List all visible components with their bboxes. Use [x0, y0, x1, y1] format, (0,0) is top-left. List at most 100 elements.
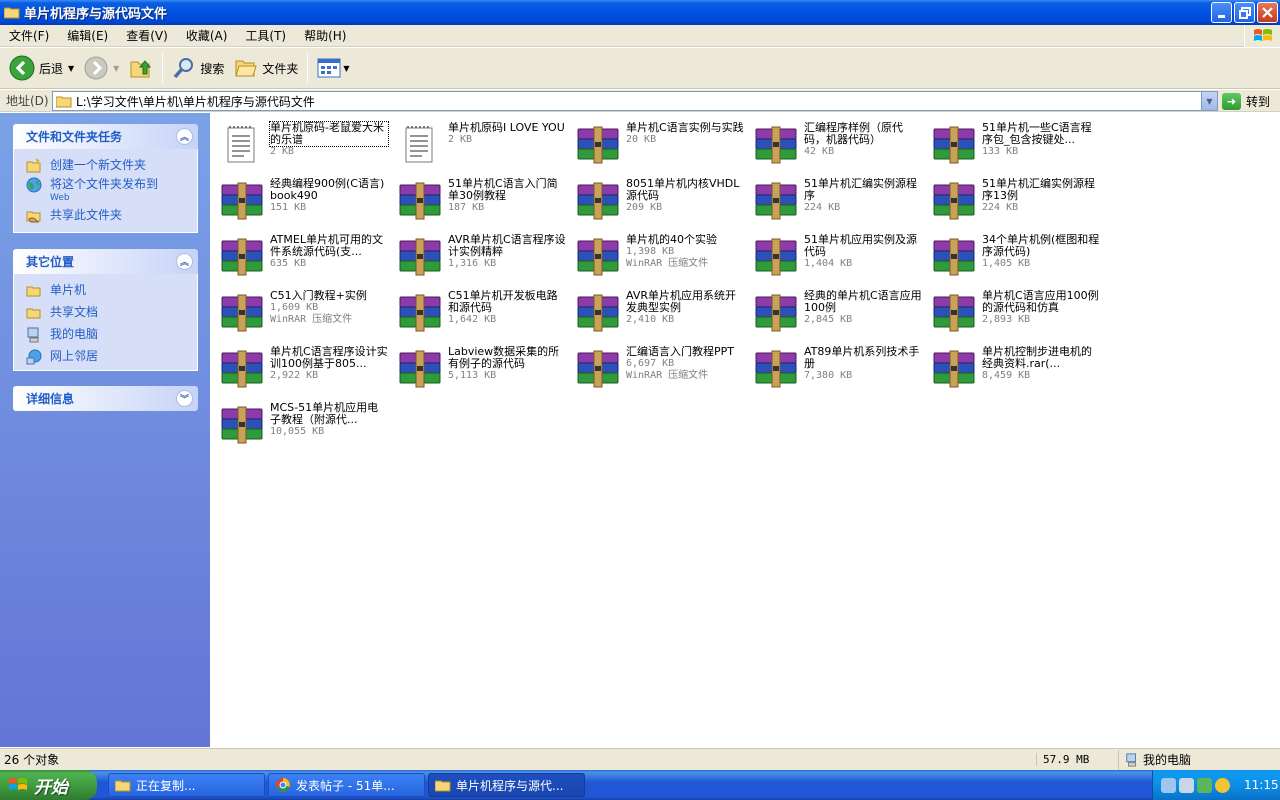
place-shared-docs-label: 共享文档: [50, 305, 99, 319]
address-dropdown-button[interactable]: ▼: [1201, 92, 1217, 110]
forward-button[interactable]: ▼: [79, 51, 124, 85]
share-folder-icon: [26, 211, 41, 223]
file-name: 单片机控制步进电机的经典资料.rar(...: [982, 346, 1092, 370]
file-item[interactable]: 单片机原码I LOVE YOU 2 KB: [392, 119, 570, 169]
views-button[interactable]: ▼: [312, 51, 354, 85]
back-label: 后退: [39, 61, 64, 76]
file-type: WinRAR 压缩文件: [626, 370, 709, 381]
file-size: 187 KB: [448, 202, 485, 213]
file-view[interactable]: 单片机原码-老鼠爱大米的乐谱 2 KB 单片机原码I LOVE YOU 2 KB 单片机…: [210, 113, 1280, 747]
winrar-archive-icon: [576, 181, 620, 221]
taskbar-item-browser[interactable]: 发表帖子 - 51单...: [268, 773, 425, 797]
collapse-icon[interactable]: ︽: [176, 253, 193, 270]
details-panel-title: 详细信息: [26, 392, 75, 406]
file-size: 10,055 KB: [270, 426, 325, 437]
taskbar-item-copying[interactable]: 正在复制...: [108, 773, 265, 797]
start-button[interactable]: 开始: [0, 770, 97, 800]
file-item[interactable]: 经典编程900例(C语言) book490 151 KB: [214, 175, 392, 225]
file-item[interactable]: MCS-51单片机应用电子教程（附源代... 10,055 KB: [214, 399, 392, 449]
menu-tools[interactable]: 工具(T): [236, 25, 295, 47]
close-button[interactable]: [1257, 2, 1278, 23]
file-item[interactable]: 单片机C语言实例与实践 20 KB: [570, 119, 748, 169]
file-name: MCS-51单片机应用电子教程（附源代...: [270, 402, 379, 426]
file-item[interactable]: 51单片机汇编实例源程序13例 224 KB: [926, 175, 1104, 225]
go-button[interactable]: ➜ 转到: [1222, 91, 1270, 111]
file-item[interactable]: 51单片机C语言入门简单30例教程 187 KB: [392, 175, 570, 225]
back-dropdown-icon[interactable]: ▼: [68, 64, 74, 73]
security-tray-icon[interactable]: [1197, 777, 1212, 793]
file-item[interactable]: AVR单片机应用系统开发典型实例 2,410 KB: [570, 287, 748, 337]
place-microcontroller[interactable]: 单片机: [26, 283, 197, 299]
file-item[interactable]: 34个单片机例(框图和程序源代码) 1,405 KB: [926, 231, 1104, 281]
minimize-button[interactable]: [1211, 2, 1232, 23]
menu-favorites[interactable]: 收藏(A): [177, 25, 237, 47]
taskbar-item-explorer[interactable]: 单片机程序与源代...: [428, 773, 585, 797]
new-folder-icon: [26, 158, 41, 173]
folder-icon: [435, 780, 451, 791]
file-item[interactable]: 51单片机一些C语言程序包_包含按键处... 133 KB: [926, 119, 1104, 169]
file-item[interactable]: 单片机C语言应用100例的源代码和仿真 2,893 KB: [926, 287, 1104, 337]
menu-file[interactable]: 文件(F): [0, 25, 58, 47]
menu-edit[interactable]: 编辑(E): [58, 25, 117, 47]
task-share-folder-label: 共享此文件夹: [50, 208, 123, 222]
update-tray-icon[interactable]: [1215, 777, 1230, 793]
forward-dropdown-icon[interactable]: ▼: [113, 64, 119, 73]
task-new-folder[interactable]: 创建一个新文件夹: [26, 158, 197, 174]
folder-icon: [115, 780, 131, 791]
winrar-archive-icon: [220, 405, 264, 445]
place-shared-docs[interactable]: 共享文档: [26, 305, 197, 321]
menu-help[interactable]: 帮助(H): [295, 25, 355, 47]
collapse-icon[interactable]: ︽: [176, 128, 193, 145]
back-button[interactable]: 后退 ▼: [4, 51, 79, 85]
file-item[interactable]: 51单片机应用实例及源代码 1,404 KB: [748, 231, 926, 281]
clock[interactable]: 11:15: [1244, 778, 1279, 792]
file-item[interactable]: 单片机原码-老鼠爱大米的乐谱 2 KB: [214, 119, 392, 169]
forward-arrow-icon: [84, 56, 108, 80]
file-item[interactable]: 单片机的40个实验 1,398 KB WinRAR 压缩文件: [570, 231, 748, 281]
search-button[interactable]: 搜索: [167, 51, 229, 85]
file-name: ATMEL单片机可用的文件系统源代码(支...: [270, 234, 383, 258]
place-my-computer-label: 我的电脑: [50, 327, 99, 341]
file-item[interactable]: 汇编语言入门教程PPT 6,697 KB WinRAR 压缩文件: [570, 343, 748, 393]
file-item[interactable]: 51单片机汇编实例源程序 224 KB: [748, 175, 926, 225]
status-location-label: 我的电脑: [1143, 753, 1192, 767]
file-item[interactable]: AT89单片机系列技术手册 7,380 KB: [748, 343, 926, 393]
file-size: 1,316 KB: [448, 258, 497, 269]
title-bar[interactable]: 单片机程序与源代码文件: [0, 0, 1280, 25]
file-item[interactable]: C51入门教程+实例 1,609 KB WinRAR 压缩文件: [214, 287, 392, 337]
place-network[interactable]: 网上邻居: [26, 349, 197, 365]
tasks-panel-header[interactable]: 文件和文件夹任务 ︽: [13, 124, 198, 149]
winrar-archive-icon: [220, 349, 264, 389]
details-panel-header[interactable]: 详细信息 ︾: [13, 386, 198, 411]
file-size: 2,922 KB: [270, 370, 319, 381]
file-item[interactable]: 单片机控制步进电机的经典资料.rar(... 8,459 KB: [926, 343, 1104, 393]
folders-button[interactable]: 文件夹: [229, 51, 303, 85]
task-share-folder[interactable]: 共享此文件夹: [26, 208, 197, 224]
places-panel-header[interactable]: 其它位置 ︽: [13, 249, 198, 274]
file-item[interactable]: C51单片机开发板电路和源代码 1,642 KB: [392, 287, 570, 337]
file-item[interactable]: Labview数据采集的所有例子的源代码 5,113 KB: [392, 343, 570, 393]
file-item[interactable]: 单片机C语言程序设计实训100例基于805... 2,922 KB: [214, 343, 392, 393]
address-input[interactable]: L:\学习文件\单片机\单片机程序与源代码文件 ▼: [52, 91, 1218, 111]
file-item[interactable]: 汇编程序样例（原代码，机器代码） 42 KB: [748, 119, 926, 169]
task-publish-web[interactable]: 将这个文件夹发布到 Web: [26, 177, 197, 205]
winrar-archive-icon: [220, 181, 264, 221]
file-size: 7,380 KB: [804, 370, 853, 381]
file-item[interactable]: 8051单片机内核VHDL源代码 209 KB: [570, 175, 748, 225]
views-icon: [317, 58, 341, 78]
file-item[interactable]: 经典的单片机C语言应用100例 2,845 KB: [748, 287, 926, 337]
file-size: 2 KB: [448, 134, 473, 145]
file-size: 133 KB: [982, 146, 1019, 157]
file-item[interactable]: AVR单片机C语言程序设计实例精粹 1,316 KB: [392, 231, 570, 281]
volume-tray-icon[interactable]: [1179, 777, 1194, 793]
file-size: 224 KB: [804, 202, 841, 213]
up-folder-button[interactable]: [124, 51, 158, 85]
file-item[interactable]: ATMEL单片机可用的文件系统源代码(支... 635 KB: [214, 231, 392, 281]
place-my-computer[interactable]: 我的电脑: [26, 327, 197, 343]
menu-view[interactable]: 查看(V): [117, 25, 177, 47]
views-dropdown-icon[interactable]: ▼: [343, 64, 349, 73]
restore-button[interactable]: [1234, 2, 1255, 23]
network-tray-icon[interactable]: [1161, 777, 1176, 793]
expand-icon[interactable]: ︾: [176, 390, 193, 407]
file-name: 单片机原码I LOVE YOU: [448, 122, 565, 134]
